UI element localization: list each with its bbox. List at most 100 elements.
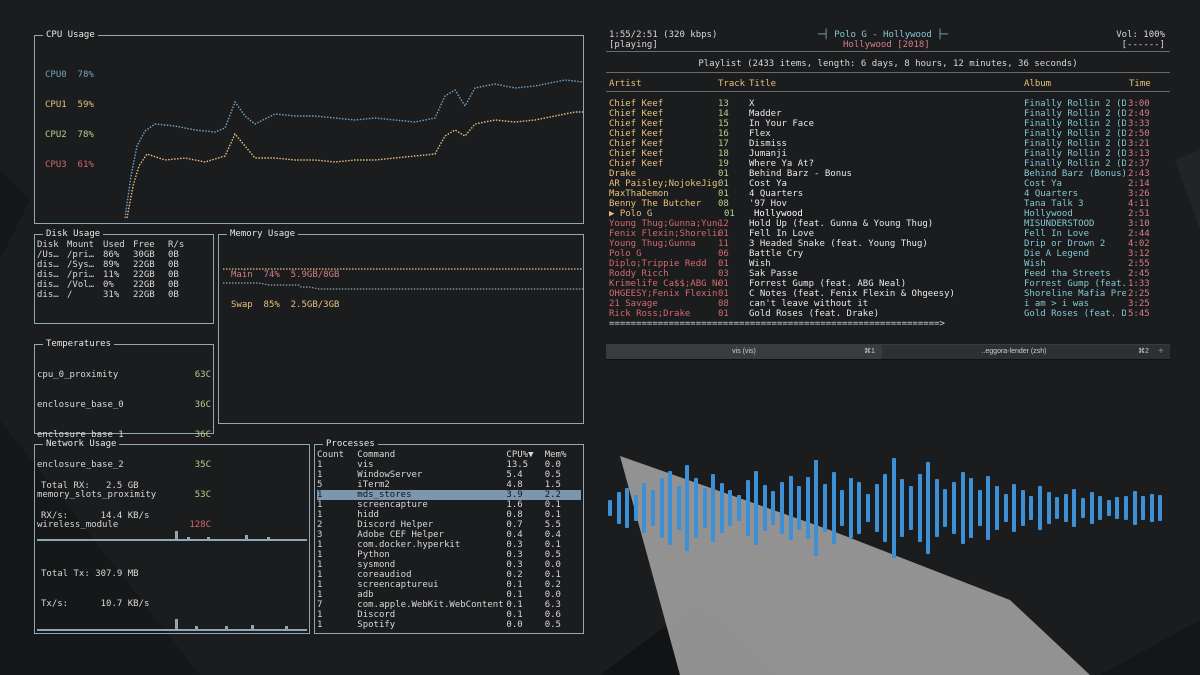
playlist-row[interactable]: Chief Keef 19 Where Ya At? Finally Rollin 2… xyxy=(606,159,1170,169)
playlist-artist: Fenix Flexin;Shorelin xyxy=(609,229,719,239)
col-header: Used xyxy=(103,240,125,250)
process-row[interactable]: 1 screencapture 1.6 0.1 xyxy=(317,500,581,510)
visualizer-bar xyxy=(1081,498,1085,518)
playlist-album: MISUNDERSTOOD xyxy=(1024,219,1095,229)
process-row[interactable]: 5 iTerm2 4.8 1.5 xyxy=(317,480,581,490)
cell: 0.2 xyxy=(544,580,561,590)
volume-bar[interactable]: [------] xyxy=(1122,40,1165,50)
playlist-row[interactable]: Young Thug;Gunna;Yung 12 Hold Up (feat. Gu… xyxy=(606,219,1170,229)
col-artist[interactable]: Artist xyxy=(609,79,642,89)
disk-usage-title: Disk Usage xyxy=(43,228,104,240)
playlist-row[interactable]: Polo G 06 Battle Cry Die A Legend 3:12 xyxy=(606,249,1170,259)
visualizer-bar xyxy=(909,486,913,530)
playlist-row[interactable]: Chief Keef 14 Madder Finally Rollin 2 (De 2:… xyxy=(606,109,1170,119)
playlist-row[interactable]: Krimelife Ca$$;ABG Ne 01 Forrest Gump (fea… xyxy=(606,279,1170,289)
playlist-row[interactable]: Chief Keef 15 In Your Face Finally Rollin 2… xyxy=(606,119,1170,129)
tab-zsh[interactable]: ..eggora-lender (zsh) xyxy=(884,345,1144,359)
playlist-artist: Chief Keef xyxy=(609,109,664,119)
visualizer-bar xyxy=(857,481,862,535)
col-header: Free xyxy=(133,240,155,250)
playlist-track: 01 xyxy=(724,209,735,219)
processes-header: Count Command CPU%▼ Mem% xyxy=(317,450,581,460)
progress-bar[interactable]: ========================================… xyxy=(609,319,945,329)
col-track[interactable]: Track xyxy=(718,79,745,89)
cell: dis… xyxy=(37,280,59,290)
new-tab-plus-icon[interactable]: + xyxy=(1158,345,1164,359)
cell: 0.6 xyxy=(544,610,561,620)
process-row[interactable]: 1 vis 13.5 0.0 xyxy=(317,460,581,470)
col-title[interactable]: Title xyxy=(749,79,776,89)
process-row[interactable]: 1 sysmond 0.3 0.0 xyxy=(317,560,581,570)
visualizer-bar xyxy=(719,482,724,534)
playlist-time: 3:10 xyxy=(1128,219,1150,229)
col-album[interactable]: Album xyxy=(1024,79,1051,89)
cell: 11% xyxy=(103,270,120,280)
process-row[interactable]: 1 Spotify 0.0 0.5 xyxy=(317,620,581,630)
process-row[interactable]: 1 hidd 0.8 0.1 xyxy=(317,510,581,520)
playlist-row[interactable]: ▶ Polo G 01 Hollywood Hollywood 2:51 xyxy=(606,209,1170,219)
playlist-time: 2:55 xyxy=(1128,259,1150,269)
playlist-row[interactable]: Fenix Flexin;Shorelin 01 Fell In Love Fell … xyxy=(606,229,1170,239)
cell: dis… xyxy=(37,260,59,270)
playlist-row[interactable]: AR Paisley;NojokeJigs 01 Cost Ya Cost Ya 2:1… xyxy=(606,179,1170,189)
col-header[interactable]: CPU%▼ xyxy=(506,450,544,460)
playlist-time: 3:00 xyxy=(1128,99,1150,109)
cell: dis… xyxy=(37,290,59,300)
tab-vis[interactable]: vis (vis) xyxy=(606,345,882,359)
playlist-title: In Your Face xyxy=(749,119,815,129)
playlist-album: Cost Ya xyxy=(1024,179,1062,189)
playlist-row[interactable]: Young Thug;Gunna 11 3 Headed Snake (feat. … xyxy=(606,239,1170,249)
process-row[interactable]: 1 Discord 0.1 0.6 xyxy=(317,610,581,620)
process-row[interactable]: 1 adb 0.1 0.0 xyxy=(317,590,581,600)
process-row[interactable]: 7 com.apple.WebKit.WebContent 0.1 6.3 xyxy=(317,600,581,610)
playlist-track: 01 xyxy=(718,229,729,239)
playlist-track: 01 xyxy=(718,169,729,179)
playlist-artist: Krimelife Ca$$;ABG Ne xyxy=(609,279,719,289)
playlist-row[interactable]: Chief Keef 16 Flex Finally Rollin 2 (De 2:50 xyxy=(606,129,1170,139)
playlist-row[interactable]: MaxThaDemon 01 4 Quarters 4 Quarters 3:26 xyxy=(606,189,1170,199)
col-time[interactable]: Time xyxy=(1129,79,1151,89)
playlist-album: Finally Rollin 2 (De xyxy=(1024,99,1126,109)
playlist-row[interactable]: Chief Keef 17 Dismiss Finally Rollin 2 (De 3… xyxy=(606,139,1170,149)
playlist-title: Cost Ya xyxy=(749,179,787,189)
col-header[interactable]: Mem% xyxy=(545,450,581,460)
playlist-row[interactable]: Chief Keef 18 Jumanji Finally Rollin 2 (De 3… xyxy=(606,149,1170,159)
visualizer-bar xyxy=(1012,484,1017,532)
cell: 1 xyxy=(317,460,323,470)
visualizer-bar xyxy=(917,474,922,542)
playlist-title: Fell In Love xyxy=(749,229,815,239)
playlist-row[interactable]: Drake 01 Behind Barz - Bonus Behind Barz (B… xyxy=(606,169,1170,179)
process-row[interactable]: 1 WindowServer 5.4 0.5 xyxy=(317,470,581,480)
playlist-row[interactable]: Chief Keef 13 X Finally Rollin 2 (De 3:00 xyxy=(606,99,1170,109)
playlist-time: 2:50 xyxy=(1128,129,1150,139)
process-row[interactable]: 1 com.docker.hyperkit 0.3 0.1 xyxy=(317,540,581,550)
playlist-album: Gold Roses (feat. Dr xyxy=(1024,309,1126,319)
cell: 0.1 xyxy=(544,570,561,580)
visualizer-bar xyxy=(651,490,655,526)
process-row[interactable]: 1 coreaudiod 0.2 0.1 xyxy=(317,570,581,580)
playlist-row[interactable]: OHGEESY;Fenix Flexin; 01 C Notes (feat. Fe… xyxy=(606,289,1170,299)
cpu-graph xyxy=(124,79,583,219)
process-row[interactable]: 1 Python 0.3 0.5 xyxy=(317,550,581,560)
cell: 3.9 xyxy=(506,490,523,500)
process-row[interactable]: 3 Adobe CEF Helper 0.4 0.4 xyxy=(317,530,581,540)
playlist-row[interactable]: Diplo;Trippie Redd 01 Wish Wish 2:55 xyxy=(606,259,1170,269)
disk-usage-panel: Disk Usage Disk Mount Used Free R/s /Us…… xyxy=(34,228,214,324)
visualizer-bar xyxy=(754,470,759,546)
playlist-album: Finally Rollin 2 (De xyxy=(1024,139,1126,149)
playlist-row[interactable]: 21 Savage 08 can't leave without it i am > … xyxy=(606,299,1170,309)
playlist-album: Behind Barz (Bonus) xyxy=(1024,169,1126,179)
process-row[interactable]: 1 screencaptureui 0.1 0.2 xyxy=(317,580,581,590)
visualizer-bar xyxy=(1020,490,1025,526)
col-header[interactable]: Command xyxy=(357,450,506,460)
playlist-row[interactable]: Rick Ross;Drake 01 Gold Roses (feat. Drake… xyxy=(606,309,1170,319)
process-row[interactable]: 2 Discord Helper 0.7 5.5 xyxy=(317,520,581,530)
visualizer-bar xyxy=(934,479,939,537)
cell: screencapture xyxy=(357,500,428,510)
playlist-row[interactable]: Roddy Ricch 03 Sak Passe Feed tha Streets 2:… xyxy=(606,269,1170,279)
playlist-row[interactable]: Benny The Butcher 08 '97 Hov Tana Talk 3 4:1… xyxy=(606,199,1170,209)
process-row[interactable]: 1 mds_stores 3.9 2.2 xyxy=(317,490,581,500)
playlist-artist: Rick Ross;Drake xyxy=(609,309,691,319)
col-header[interactable]: Count xyxy=(317,450,357,460)
cell: 13.5 xyxy=(506,460,529,470)
